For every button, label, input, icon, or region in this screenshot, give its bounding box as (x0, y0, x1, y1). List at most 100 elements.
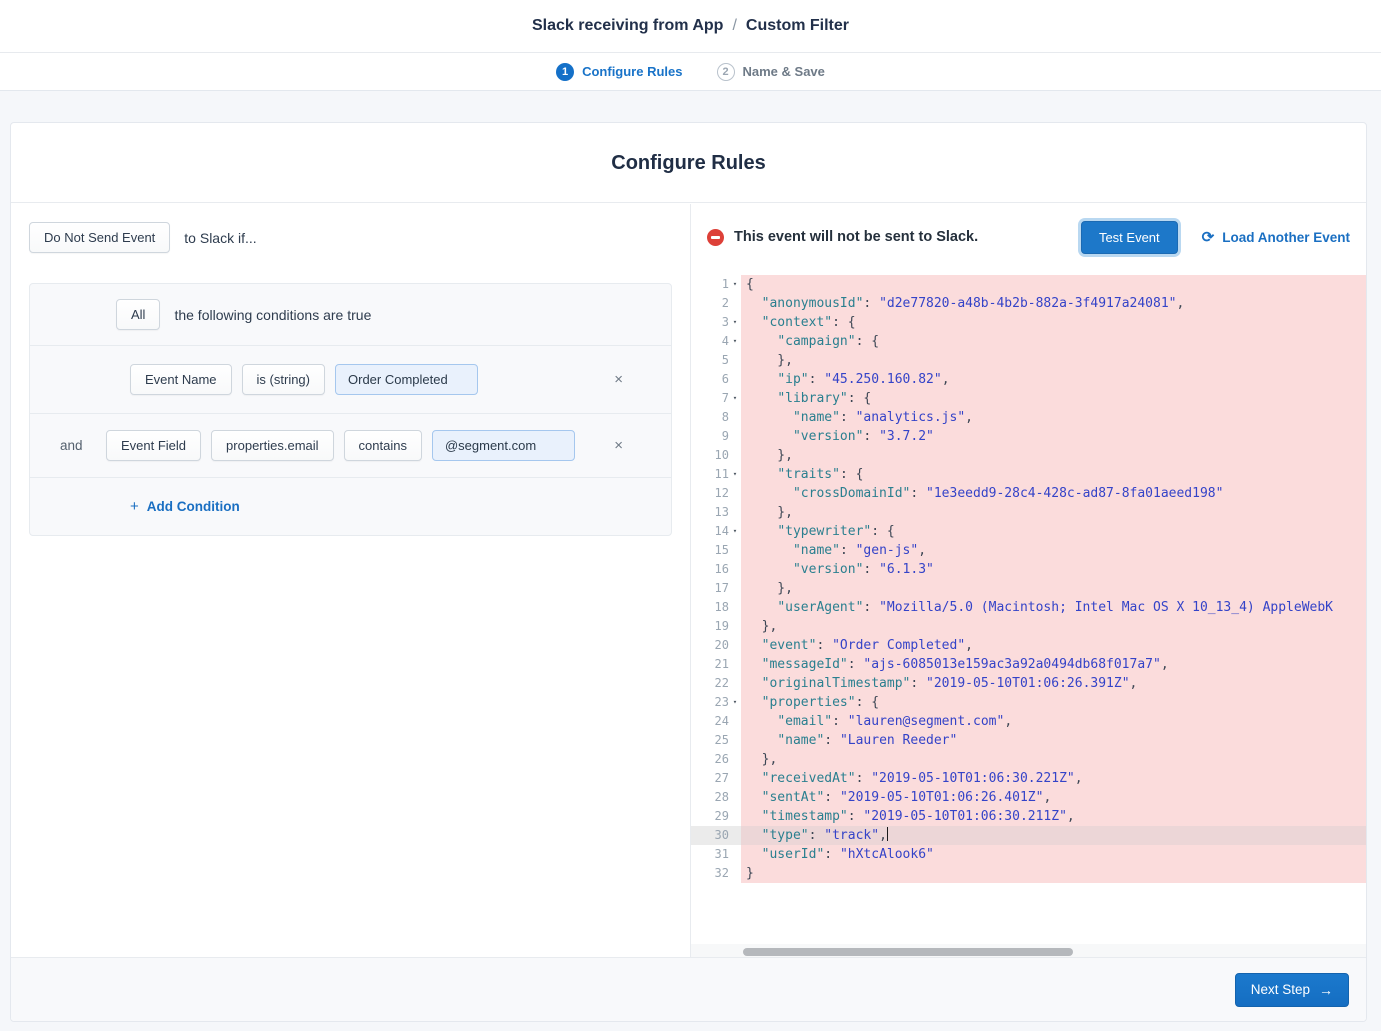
fold-toggle-icon[interactable]: ▾ (729, 693, 741, 712)
code-text[interactable]: }, (741, 351, 1366, 370)
breadcrumb-destination[interactable]: Slack receiving from App (532, 17, 723, 35)
code-line[interactable]: 31 "userId": "hXtcAlook6" (691, 845, 1366, 864)
code-line[interactable]: 26 }, (691, 750, 1366, 769)
add-condition-button[interactable]: + Add Condition (130, 498, 240, 515)
fold-toggle-icon[interactable]: ▾ (729, 313, 741, 332)
code-text[interactable]: }, (741, 579, 1366, 598)
code-text[interactable]: "name": "gen-js", (741, 541, 1366, 560)
line-number: 13 (691, 503, 741, 522)
code-text[interactable]: { (741, 275, 1366, 294)
code-text[interactable]: "sentAt": "2019-05-10T01:06:26.401Z", (741, 788, 1366, 807)
condition-value-input[interactable] (432, 430, 575, 461)
code-line[interactable]: 23▾ "properties": { (691, 693, 1366, 712)
code-text[interactable]: "library": { (741, 389, 1366, 408)
code-line[interactable]: 30 "type": "track", (691, 826, 1366, 845)
code-line[interactable]: 9 "version": "3.7.2" (691, 427, 1366, 446)
condition-subject-button[interactable]: Event Field (106, 430, 201, 461)
code-line[interactable]: 8 "name": "analytics.js", (691, 408, 1366, 427)
code-text[interactable]: "messageId": "ajs-6085013e159ac3a92a0494… (741, 655, 1366, 674)
code-line[interactable]: 5 }, (691, 351, 1366, 370)
code-line[interactable]: 18 "userAgent": "Mozilla/5.0 (Macintosh;… (691, 598, 1366, 617)
code-text[interactable]: }, (741, 503, 1366, 522)
remove-condition-icon[interactable]: × (614, 372, 623, 387)
code-line[interactable]: 7▾ "library": { (691, 389, 1366, 408)
code-text[interactable]: "ip": "45.250.160.82", (741, 370, 1366, 389)
step-configure-rules[interactable]: 1 Configure Rules (556, 63, 682, 81)
code-line[interactable]: 22 "originalTimestamp": "2019-05-10T01:0… (691, 674, 1366, 693)
code-line[interactable]: 29 "timestamp": "2019-05-10T01:06:30.211… (691, 807, 1366, 826)
next-step-label: Next Step (1251, 982, 1310, 997)
code-line[interactable]: 15 "name": "gen-js", (691, 541, 1366, 560)
code-line[interactable]: 12 "crossDomainId": "1e3eedd9-28c4-428c-… (691, 484, 1366, 503)
code-line[interactable]: 10 }, (691, 446, 1366, 465)
condition-value-input[interactable] (335, 364, 478, 395)
code-text[interactable]: "name": "Lauren Reeder" (741, 731, 1366, 750)
code-line[interactable]: 11▾ "traits": { (691, 465, 1366, 484)
refresh-icon: ⟳ (1202, 230, 1215, 245)
line-number: 31 (691, 845, 741, 864)
code-text[interactable]: "email": "lauren@segment.com", (741, 712, 1366, 731)
fold-toggle-icon[interactable]: ▾ (729, 389, 741, 408)
code-text[interactable]: "userAgent": "Mozilla/5.0 (Macintosh; In… (741, 598, 1366, 617)
code-line[interactable]: 21 "messageId": "ajs-6085013e159ac3a92a0… (691, 655, 1366, 674)
code-text[interactable]: "properties": { (741, 693, 1366, 712)
code-line[interactable]: 3▾ "context": { (691, 313, 1366, 332)
line-number: 29 (691, 807, 741, 826)
code-text[interactable]: } (741, 864, 1366, 883)
code-text[interactable]: "userId": "hXtcAlook6" (741, 845, 1366, 864)
code-text[interactable]: "originalTimestamp": "2019-05-10T01:06:2… (741, 674, 1366, 693)
code-text[interactable]: }, (741, 750, 1366, 769)
filter-action-button[interactable]: Do Not Send Event (29, 222, 170, 253)
code-line[interactable]: 27 "receivedAt": "2019-05-10T01:06:30.22… (691, 769, 1366, 788)
match-operator-button[interactable]: All (116, 299, 160, 330)
code-text[interactable]: "crossDomainId": "1e3eedd9-28c4-428c-ad8… (741, 484, 1366, 503)
code-text[interactable]: "receivedAt": "2019-05-10T01:06:30.221Z"… (741, 769, 1366, 788)
fold-toggle-icon[interactable]: ▾ (729, 332, 741, 351)
remove-condition-icon[interactable]: × (614, 438, 623, 453)
code-text[interactable]: "type": "track", (741, 826, 1366, 845)
code-line[interactable]: 32} (691, 864, 1366, 883)
code-line[interactable]: 2 "anonymousId": "d2e77820-a48b-4b2b-882… (691, 294, 1366, 313)
code-text[interactable]: "context": { (741, 313, 1366, 332)
code-line[interactable]: 24 "email": "lauren@segment.com", (691, 712, 1366, 731)
condition-field-button[interactable]: properties.email (211, 430, 334, 461)
code-text[interactable]: "anonymousId": "d2e77820-a48b-4b2b-882a-… (741, 294, 1366, 313)
condition-subject-button[interactable]: Event Name (130, 364, 232, 395)
code-line[interactable]: 6 "ip": "45.250.160.82", (691, 370, 1366, 389)
code-line[interactable]: 20 "event": "Order Completed", (691, 636, 1366, 655)
code-text[interactable]: "version": "6.1.3" (741, 560, 1366, 579)
code-text[interactable]: "typewriter": { (741, 522, 1366, 541)
code-line[interactable]: 14▾ "typewriter": { (691, 522, 1366, 541)
json-event-editor[interactable]: 1▾{2 "anonymousId": "d2e77820-a48b-4b2b-… (691, 270, 1366, 944)
fold-toggle-icon[interactable]: ▾ (729, 522, 741, 541)
code-line[interactable]: 28 "sentAt": "2019-05-10T01:06:26.401Z", (691, 788, 1366, 807)
line-number: 14▾ (691, 522, 741, 541)
code-text[interactable]: "traits": { (741, 465, 1366, 484)
code-text[interactable]: "name": "analytics.js", (741, 408, 1366, 427)
code-line[interactable]: 1▾{ (691, 275, 1366, 294)
code-text[interactable]: "timestamp": "2019-05-10T01:06:30.211Z", (741, 807, 1366, 826)
scrollbar-thumb[interactable] (743, 948, 1073, 956)
code-line[interactable]: 16 "version": "6.1.3" (691, 560, 1366, 579)
load-another-event-button[interactable]: ⟳ Load Another Event (1202, 230, 1350, 245)
line-number: 11▾ (691, 465, 741, 484)
code-text[interactable]: }, (741, 446, 1366, 465)
code-text[interactable]: }, (741, 617, 1366, 636)
code-line[interactable]: 19 }, (691, 617, 1366, 636)
load-another-event-label: Load Another Event (1222, 230, 1350, 245)
step-1-label: Configure Rules (582, 64, 682, 79)
fold-toggle-icon[interactable]: ▾ (729, 465, 741, 484)
code-text[interactable]: "event": "Order Completed", (741, 636, 1366, 655)
fold-toggle-icon[interactable]: ▾ (729, 275, 741, 294)
code-line[interactable]: 4▾ "campaign": { (691, 332, 1366, 351)
code-text[interactable]: "version": "3.7.2" (741, 427, 1366, 446)
next-step-button[interactable]: Next Step → (1235, 973, 1349, 1007)
code-line[interactable]: 13 }, (691, 503, 1366, 522)
code-line[interactable]: 17 }, (691, 579, 1366, 598)
condition-operator-button[interactable]: is (string) (242, 364, 325, 395)
code-line[interactable]: 25 "name": "Lauren Reeder" (691, 731, 1366, 750)
test-event-button[interactable]: Test Event (1081, 221, 1178, 254)
condition-operator-button[interactable]: contains (344, 430, 422, 461)
step-name-and-save[interactable]: 2 Name & Save (717, 63, 825, 81)
code-text[interactable]: "campaign": { (741, 332, 1366, 351)
